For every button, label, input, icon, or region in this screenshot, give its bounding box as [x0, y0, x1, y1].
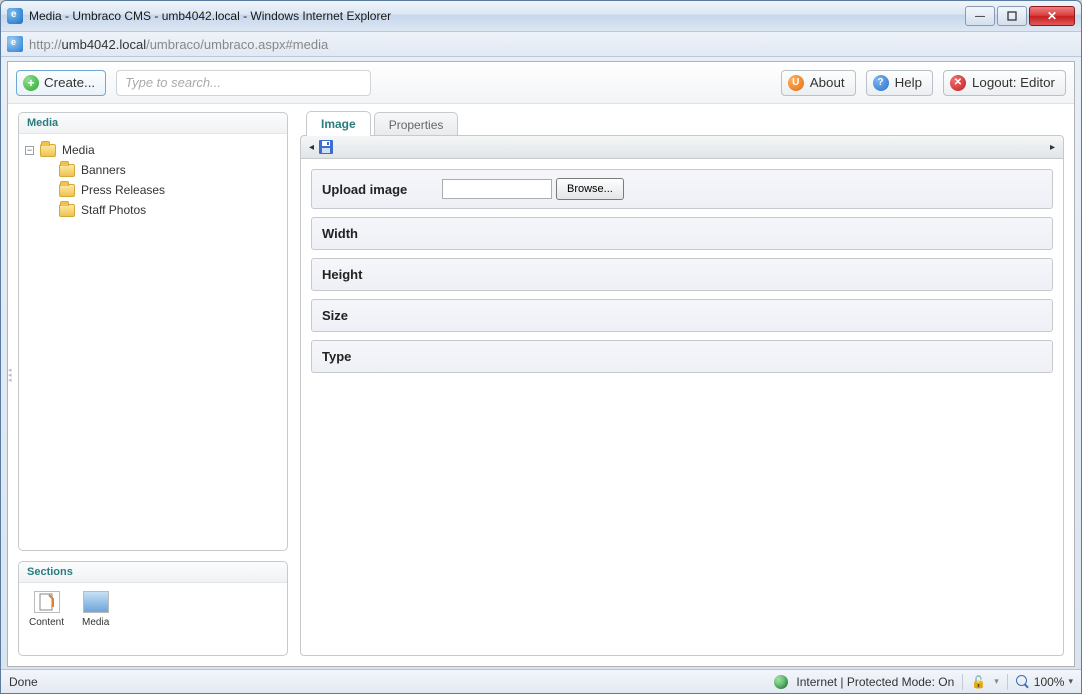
create-label: Create...	[44, 75, 95, 90]
tree-item-staff-photos[interactable]: Staff Photos	[23, 200, 283, 220]
section-content[interactable]: Content	[29, 591, 64, 647]
logout-button[interactable]: ✕ Logout: Editor	[943, 70, 1066, 96]
editor-toolbar: ◂ ▸	[300, 135, 1064, 159]
window-frame: Media - Umbraco CMS - umb4042.local - Wi…	[0, 0, 1082, 694]
tree-item-label: Press Releases	[81, 183, 165, 197]
app-area: + Create... U About ? Help ✕ Logout: Edi…	[7, 61, 1075, 667]
site-icon	[7, 36, 23, 52]
about-label: About	[810, 75, 845, 90]
status-right: Internet | Protected Mode: On 🔓 ▾ 100% ▾	[774, 674, 1073, 690]
field-upload: Upload image Browse...	[311, 169, 1053, 209]
status-done: Done	[9, 675, 38, 689]
editor-column: Image Properties ◂ ▸ Upload image	[300, 112, 1064, 656]
toolbar-left-arrow[interactable]: ◂	[307, 142, 316, 153]
close-button[interactable]: ✕	[1029, 6, 1075, 26]
field-width: Width	[311, 217, 1053, 250]
file-path-input[interactable]	[442, 179, 552, 199]
size-label: Size	[322, 308, 442, 323]
tree-item-label: Staff Photos	[81, 203, 146, 217]
minimize-button[interactable]: —	[965, 6, 995, 26]
status-zone: Internet | Protected Mode: On	[796, 675, 954, 689]
titlebar: Media - Umbraco CMS - umb4042.local - Wi…	[1, 1, 1081, 31]
field-height: Height	[311, 258, 1053, 291]
media-tree-panel: Media − Media Banners P	[18, 112, 288, 551]
about-button[interactable]: U About	[781, 70, 856, 96]
maximize-button[interactable]	[997, 6, 1027, 26]
tab-image[interactable]: Image	[306, 111, 371, 136]
left-column: ◂◂◂ Media − Media Banners	[18, 112, 288, 656]
save-icon[interactable]	[318, 139, 334, 155]
separator	[1007, 674, 1008, 690]
separator	[962, 674, 963, 690]
media-section-icon	[83, 591, 109, 613]
security-icon[interactable]: 🔓	[971, 675, 986, 689]
zoom-icon	[1016, 675, 1030, 689]
address-text: http://umb4042.local/umbraco/umbraco.asp…	[29, 37, 328, 52]
url-scheme: http://	[29, 37, 62, 52]
collapse-icon[interactable]: −	[25, 146, 34, 155]
content-section-icon	[34, 591, 60, 613]
url-path: /umbraco/umbraco.aspx#media	[146, 37, 328, 52]
zoom-value: 100%	[1034, 675, 1065, 689]
folder-icon	[59, 184, 75, 197]
tree-item-press-releases[interactable]: Press Releases	[23, 180, 283, 200]
create-button[interactable]: + Create...	[16, 70, 106, 96]
media-panel-title: Media	[19, 113, 287, 134]
plus-icon: +	[23, 75, 39, 91]
url-host: umb4042.local	[62, 37, 147, 52]
content-pane: Upload image Browse... Width Height Size	[300, 159, 1064, 656]
zoom-control[interactable]: 100% ▾	[1016, 675, 1073, 689]
section-media-label: Media	[82, 617, 109, 628]
help-button[interactable]: ? Help	[866, 70, 933, 96]
upload-label: Upload image	[322, 182, 442, 197]
file-input-group: Browse...	[442, 178, 624, 200]
sections-body: Content Media	[19, 583, 287, 655]
splitter-handle[interactable]: ◂◂◂	[8, 368, 11, 383]
help-icon: ?	[873, 75, 889, 91]
tabs-row: Image Properties	[300, 112, 1064, 136]
tree-root-label: Media	[62, 143, 95, 157]
folder-icon	[40, 144, 56, 157]
tree-item-label: Banners	[81, 163, 126, 177]
folder-icon	[59, 164, 75, 177]
sections-panel-title: Sections	[19, 562, 287, 583]
toolbar-right-arrow[interactable]: ▸	[1048, 142, 1057, 153]
globe-icon	[774, 675, 788, 689]
status-bar: Done Internet | Protected Mode: On 🔓 ▾ 1…	[1, 669, 1081, 693]
section-content-label: Content	[29, 617, 64, 628]
logout-label: Logout: Editor	[972, 75, 1055, 90]
tree-item-banners[interactable]: Banners	[23, 160, 283, 180]
help-label: Help	[895, 75, 922, 90]
ie-icon	[7, 8, 23, 24]
app-toolbar: + Create... U About ? Help ✕ Logout: Edi…	[8, 62, 1074, 104]
folder-icon	[59, 204, 75, 217]
sections-panel: Sections Content Media	[18, 561, 288, 656]
field-type: Type	[311, 340, 1053, 373]
browse-button[interactable]: Browse...	[556, 178, 624, 200]
media-tree: − Media Banners Press Releases	[19, 134, 287, 226]
security-dropdown[interactable]: ▾	[994, 676, 999, 687]
window-title: Media - Umbraco CMS - umb4042.local - Wi…	[29, 9, 965, 23]
window-controls: — ✕	[965, 6, 1075, 26]
search-input[interactable]	[116, 70, 371, 96]
tab-properties[interactable]: Properties	[374, 112, 459, 136]
field-size: Size	[311, 299, 1053, 332]
tree-root[interactable]: − Media	[23, 140, 283, 160]
type-label: Type	[322, 349, 442, 364]
width-label: Width	[322, 226, 442, 241]
zoom-dropdown[interactable]: ▾	[1068, 676, 1073, 687]
height-label: Height	[322, 267, 442, 282]
logout-icon: ✕	[950, 75, 966, 91]
address-bar[interactable]: http://umb4042.local/umbraco/umbraco.asp…	[1, 31, 1081, 57]
app-body: ◂◂◂ Media − Media Banners	[8, 104, 1074, 666]
section-media[interactable]: Media	[82, 591, 109, 647]
about-icon: U	[788, 75, 804, 91]
